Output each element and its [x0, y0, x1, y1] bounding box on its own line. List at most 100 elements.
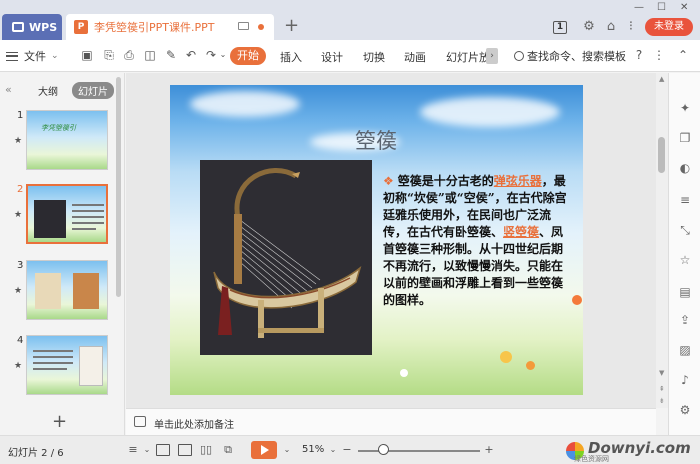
zoom-slider-knob[interactable] — [378, 444, 390, 455]
tab-start[interactable]: 开始 — [230, 47, 266, 65]
slide-indicator: 幻灯片 2 / 6 — [8, 448, 64, 459]
prev-slide-icon[interactable]: ⇞ — [659, 385, 665, 393]
collapse-panel-icon[interactable]: « — [5, 83, 12, 96]
more-quick-icon[interactable]: ⌄ — [216, 48, 230, 62]
layout-icon[interactable]: ▤ — [678, 285, 692, 299]
scroll-thumb[interactable] — [658, 137, 665, 173]
close-icon[interactable]: ✕ — [680, 2, 688, 13]
thumbnail-text-line — [33, 356, 73, 358]
thumbnail-picture — [35, 273, 61, 309]
save-icon[interactable]: ▣ — [80, 48, 94, 62]
flower-decoration — [526, 361, 535, 370]
preview-icon[interactable]: ◫ — [143, 48, 157, 62]
tab-outline[interactable]: 大纲 — [38, 83, 58, 98]
zoom-dropdown-icon[interactable]: ⌄ — [326, 444, 340, 456]
chevron-down-icon[interactable]: ⌄ — [140, 444, 154, 456]
zoom-slider[interactable] — [358, 450, 480, 452]
slide-number: 2 — [17, 184, 24, 195]
thumbnail-text-line — [72, 204, 104, 206]
search-icon — [514, 51, 524, 61]
thumbnail-text-line — [72, 210, 104, 212]
notes-area[interactable]: 单击此处添加备注 — [126, 408, 656, 435]
harp-picture[interactable] — [200, 160, 372, 355]
help-icon[interactable]: ? — [632, 48, 646, 62]
play-slideshow-button[interactable] — [251, 441, 277, 459]
thumbnail-picture — [79, 346, 103, 386]
slide-title[interactable]: 箜篌 — [355, 125, 397, 155]
slide-2[interactable]: 箜篌 ❖ 箜篌是十分古老的弹弦乐器，最初称“坎侯”或“空侯”，在古代除宫廷雅乐使… — [170, 85, 583, 395]
zoom-value[interactable]: 51% — [302, 444, 324, 455]
grid-icon[interactable]: ⁝ — [624, 20, 638, 34]
zoom-in-button[interactable]: + — [482, 444, 496, 456]
window-count-badge[interactable]: 1 — [553, 21, 567, 34]
copy-icon[interactable]: ❐ — [678, 131, 692, 145]
star-icon[interactable]: ☆ — [678, 253, 692, 267]
file-menu-label: 文件 — [24, 50, 46, 63]
image-icon[interactable]: ▨ — [678, 343, 692, 357]
new-tab-button[interactable]: + — [284, 16, 299, 36]
settings-icon[interactable]: ⚙ — [678, 403, 692, 417]
shape-icon[interactable]: ◐ — [678, 161, 692, 175]
tab-insert[interactable]: 插入 — [280, 49, 302, 65]
slide-thumbnail-3[interactable]: 3 ★ — [0, 260, 116, 326]
slide-body-text[interactable]: ❖ 箜篌是十分古老的弹弦乐器，最初称“坎侯”或“空侯”，在古代除宫廷雅乐使用外，在… — [383, 173, 571, 309]
tab-design[interactable]: 设计 — [321, 49, 343, 65]
tab-slideshow[interactable]: 幻灯片放 — [446, 49, 490, 65]
share-icon[interactable]: ⇪ — [678, 313, 692, 327]
next-slide-icon[interactable]: ⇟ — [659, 397, 665, 405]
thumbnail-title: 李凭箜篌引 — [41, 124, 76, 132]
maximize-icon[interactable]: ☐ — [657, 2, 666, 13]
scroll-down-icon[interactable]: ▼ — [659, 369, 664, 377]
slide-canvas: 箜篌 ❖ 箜篌是十分古老的弹弦乐器，最初称“坎侯”或“空侯”，在古代除宫廷雅乐使… — [126, 73, 656, 408]
cast-icon[interactable]: ⧉ — [221, 444, 235, 456]
undo-icon[interactable]: ↶ — [184, 48, 198, 62]
command-search[interactable]: 查找命令、搜索模板 — [514, 48, 626, 64]
print-icon[interactable]: ⎙ — [122, 48, 136, 62]
notes-toggle-icon[interactable]: ≡ — [126, 444, 140, 456]
main-toolbar: 文件 ⌄ ▣ ⎘ ⎙ ◫ ✎ ↶ ↷ ⌄ 开始 插入 设计 切换 动画 幻灯片放… — [0, 40, 700, 72]
skin-icon[interactable]: ⚙ — [582, 20, 596, 34]
star-icon: ★ — [14, 210, 23, 220]
hyperlink-shukonghou[interactable]: 竖箜篌 — [503, 225, 539, 239]
magic-icon[interactable]: ✦ — [678, 101, 692, 115]
more-options-icon[interactable]: ⋮ — [652, 48, 666, 62]
normal-view-icon[interactable] — [156, 444, 170, 456]
monitor-icon[interactable] — [238, 22, 249, 30]
tab-slides[interactable]: 幻灯片 — [72, 82, 114, 99]
tab-animation[interactable]: 动画 — [404, 49, 426, 65]
chevron-down-icon[interactable]: ⌄ — [280, 444, 294, 456]
canvas-scrollbar[interactable]: ▲ ▼ ⇞ ⇟ — [656, 73, 668, 408]
flower-decoration — [400, 369, 408, 377]
wps-home-tab[interactable]: WPS — [2, 14, 62, 40]
add-slide-button[interactable]: + — [52, 411, 67, 432]
wps-logo-icon — [12, 22, 24, 32]
thumbnail-text-line — [72, 228, 96, 230]
thumbnail-text-line — [33, 368, 67, 370]
audio-icon[interactable]: ♪ — [678, 373, 692, 387]
slide-thumbnail-4[interactable]: 4 ★ — [0, 335, 116, 401]
hyperlink-tanxian[interactable]: 弹弦乐器 — [494, 174, 542, 188]
login-button[interactable]: 未登录 — [645, 18, 693, 36]
reading-view-icon[interactable]: ▯▯ — [199, 444, 213, 456]
scroll-up-icon[interactable]: ▲ — [659, 75, 664, 83]
chevron-down-icon: ⌄ — [51, 51, 59, 61]
adjust-icon[interactable]: ≡ — [678, 193, 692, 207]
format-painter-icon[interactable]: ✎ — [164, 48, 178, 62]
file-menu-button[interactable]: 文件 ⌄ — [6, 48, 59, 64]
panel-scrollbar[interactable] — [116, 77, 121, 297]
transform-icon[interactable]: ⤡ — [678, 223, 692, 237]
zoom-out-button[interactable]: − — [340, 444, 354, 456]
document-tab[interactable]: P 李凭箜篌引PPT课件.PPT — [66, 14, 274, 40]
command-search-label: 查找命令、搜索模板 — [527, 50, 626, 63]
collapse-ribbon-icon[interactable]: ⌃ — [676, 48, 690, 62]
shirt-icon[interactable]: ⌂ — [604, 20, 618, 34]
sorter-view-icon[interactable] — [178, 444, 192, 456]
minimize-icon[interactable]: — — [634, 2, 644, 13]
thumbnail-text-line — [72, 222, 104, 224]
harp-illustration — [200, 160, 372, 355]
tab-transition[interactable]: 切换 — [363, 49, 385, 65]
export-icon[interactable]: ⎘ — [102, 48, 116, 62]
slide-thumbnail-2[interactable]: 2 ★ — [0, 184, 116, 250]
ribbon-scroll-right-icon[interactable]: › — [486, 48, 498, 64]
slide-thumbnail-1[interactable]: 1 ★ 李凭箜篌引 — [0, 110, 116, 176]
